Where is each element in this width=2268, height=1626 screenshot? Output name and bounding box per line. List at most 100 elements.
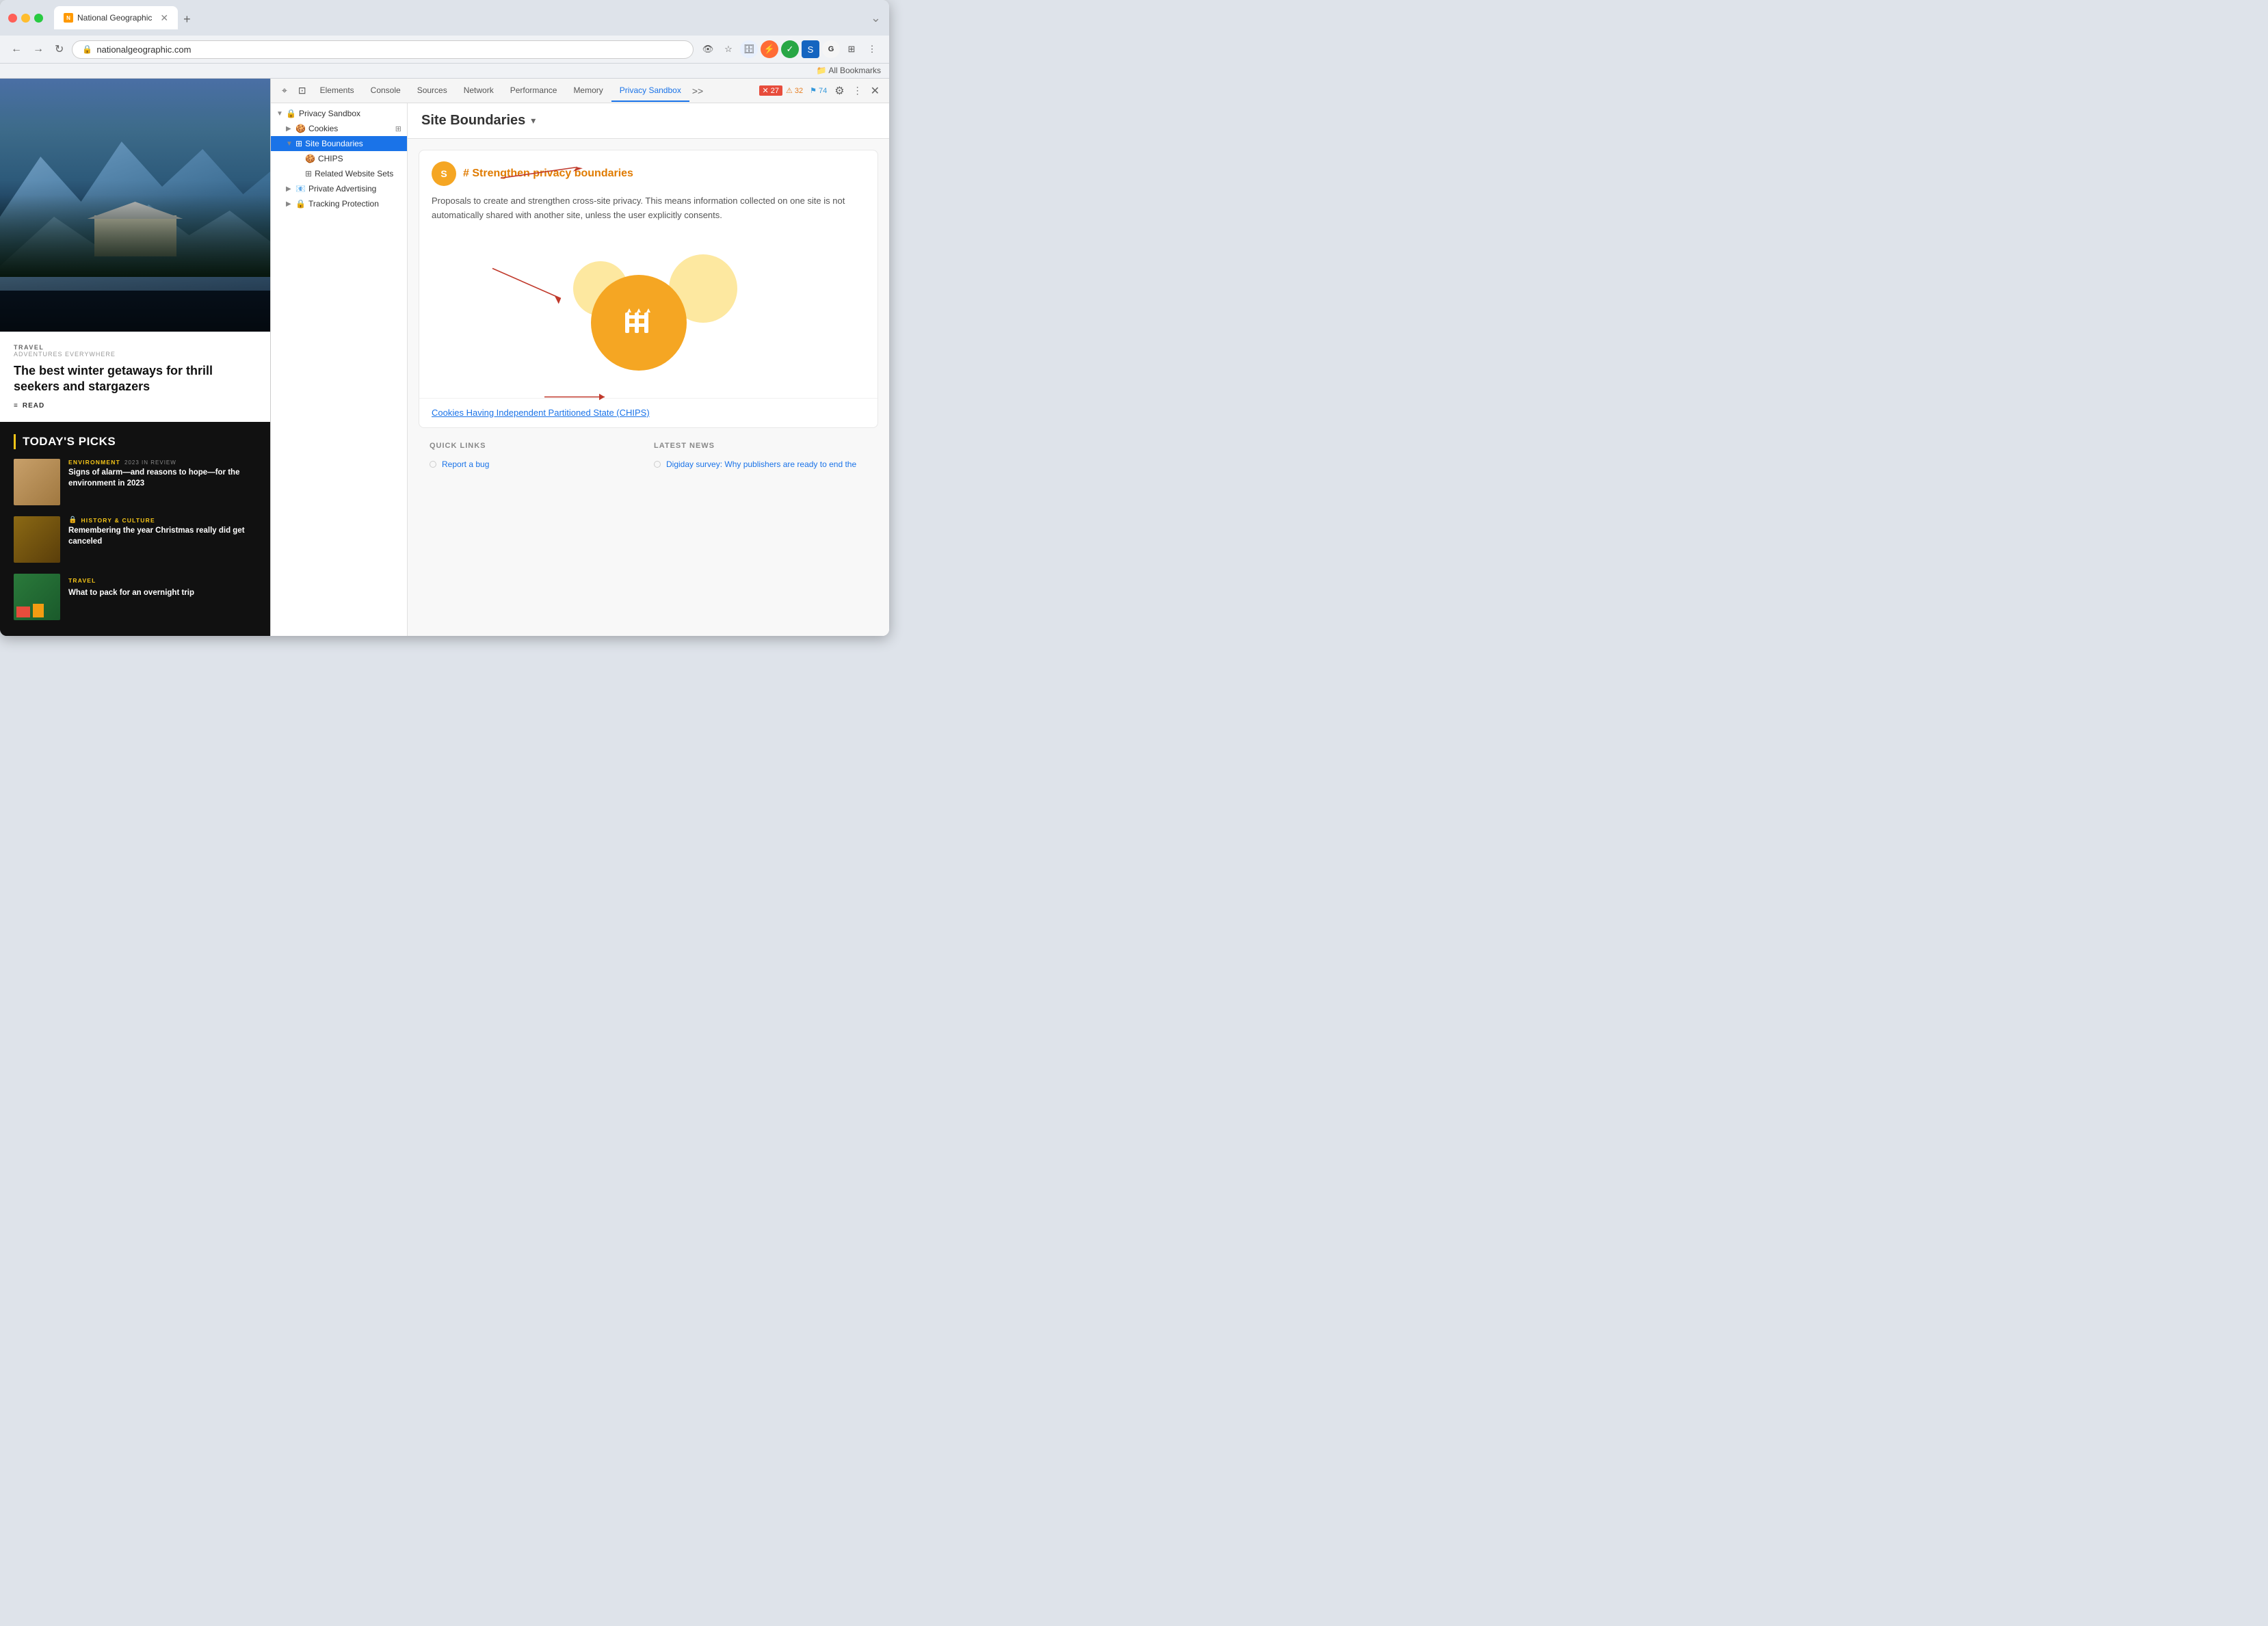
maximize-window-button[interactable]: [34, 14, 43, 23]
tree-item-private-advertising[interactable]: ▶ 📧 Private Advertising: [271, 181, 407, 196]
quick-links-col: QUICK LINKS Report a bug: [430, 442, 643, 472]
error-count-badge[interactable]: ✕ 27: [759, 85, 782, 96]
tracking-icon: 🔒: [295, 199, 306, 209]
cookie-icon: 🍪: [295, 124, 306, 133]
window-controls-icon: ⌄: [871, 11, 881, 25]
tree-label: Private Advertising: [308, 184, 376, 194]
webpage-panel: TRAVEL ADVENTURES EVERYWHERE The best wi…: [0, 79, 270, 636]
tab-memory[interactable]: Memory: [565, 80, 611, 102]
devtools-close-button[interactable]: ✕: [867, 81, 884, 101]
pick-thumbnail-hist: [14, 516, 60, 563]
new-tab-button[interactable]: +: [178, 10, 196, 29]
tree-item-privacy-sandbox[interactable]: ▼ 🔒 Privacy Sandbox: [271, 106, 407, 121]
bookmark-icon[interactable]: ☆: [720, 40, 737, 58]
list-item[interactable]: TRAVEL What to pack for an overnight tri…: [14, 574, 256, 620]
read-label: READ: [23, 402, 44, 410]
arrow-right-icon: ▶: [286, 125, 295, 133]
tree-item-cookies[interactable]: ▶ 🍪 Cookies ⊞: [271, 121, 407, 136]
title-bar: N National Geographic ✕ + ⌄: [0, 0, 889, 36]
address-text: nationalgeographic.com: [96, 44, 191, 55]
more-menu-button[interactable]: ⋮: [863, 40, 881, 58]
sandbox-badge-icon: S: [440, 168, 447, 179]
hero-section: [0, 79, 270, 332]
traffic-lights: [8, 14, 43, 23]
illustration-area: [419, 234, 878, 398]
quick-links-item[interactable]: Report a bug: [430, 457, 643, 472]
advertising-icon: 📧: [295, 184, 306, 194]
minimize-window-button[interactable]: [21, 14, 30, 23]
card-title-text: Strengthen privacy boundaries: [472, 168, 633, 179]
nav-icons: 👁 ☆ 🗄 ⚡ ✓ S G ⊞ ⋮: [699, 40, 881, 58]
pick-content: TRAVEL What to pack for an overnight tri…: [68, 574, 256, 599]
extension-icon3[interactable]: ✓: [781, 40, 799, 58]
info-count-badge[interactable]: ⚑ 74: [806, 85, 830, 96]
content-area: TRAVEL ADVENTURES EVERYWHERE The best wi…: [0, 79, 889, 636]
tree-item-chips[interactable]: ▶ 🍪 CHIPS: [271, 151, 407, 166]
tab-title: National Geographic: [77, 13, 152, 23]
latest-news-item[interactable]: Digiday survey: Why publishers are ready…: [654, 457, 867, 472]
eye-slash-icon[interactable]: 👁: [699, 40, 717, 58]
device-toggle-button[interactable]: ⊡: [293, 81, 312, 101]
site-boundaries-content: S # Strengthen privacy boundaries Propos…: [408, 139, 889, 494]
tree-label: Related Website Sets: [315, 169, 393, 178]
quick-link-text: Report a bug: [442, 459, 489, 469]
extension-icon5[interactable]: G: [822, 40, 840, 58]
warn-count: 32: [795, 87, 803, 95]
hero-title[interactable]: The best winter getaways for thrill seek…: [14, 363, 256, 394]
related-sets-icon: ⊞: [305, 169, 312, 178]
hero-overlay: [0, 79, 270, 332]
chips-link[interactable]: Cookies Having Independent Partitioned S…: [432, 408, 650, 418]
cookies-expand-icon[interactable]: ⊞: [395, 124, 401, 133]
chips-icon: 🍪: [305, 154, 315, 163]
tree-panel: ▼ 🔒 Privacy Sandbox ▶ 🍪 Cookies ⊞ ▼: [271, 103, 408, 636]
warn-count-badge[interactable]: ⚠ 32: [782, 85, 806, 96]
latest-news-col: LATEST NEWS Digiday survey: Why publishe…: [654, 442, 867, 472]
back-button[interactable]: ←: [8, 40, 25, 58]
list-item[interactable]: ANIMALS: [14, 631, 256, 636]
tab-performance[interactable]: Performance: [502, 80, 566, 102]
tab-elements[interactable]: Elements: [312, 80, 362, 102]
tree-item-tracking-protection[interactable]: ▶ 🔒 Tracking Protection: [271, 196, 407, 211]
tree-label: Cookies: [308, 124, 338, 133]
hero-subcategory: ADVENTURES EVERYWHERE: [14, 351, 256, 358]
latest-news-text: Digiday survey: Why publishers are ready…: [666, 459, 856, 469]
picks-title: TODAY'S PICKS: [23, 435, 116, 449]
error-x-icon: ✕: [763, 86, 769, 95]
extension-icon6[interactable]: ⊞: [843, 40, 860, 58]
hero-read-link[interactable]: ≡ READ: [14, 402, 256, 410]
reload-button[interactable]: ↻: [52, 40, 66, 59]
tree-label: Privacy Sandbox: [299, 109, 360, 118]
active-tab[interactable]: N National Geographic ✕: [54, 6, 178, 29]
site-boundaries-icon: ⊞: [295, 139, 302, 148]
lock-icon: 🔒: [82, 44, 92, 54]
list-item[interactable]: 🔒 HISTORY & CULTURE Remembering the year…: [14, 516, 256, 563]
extension-icon2[interactable]: ⚡: [761, 40, 778, 58]
card-title: # Strengthen privacy boundaries: [463, 168, 633, 180]
tab-close-button[interactable]: ✕: [160, 12, 168, 24]
tab-console[interactable]: Console: [362, 80, 409, 102]
tab-favicon: N: [64, 13, 73, 23]
tree-item-site-boundaries[interactable]: ▼ ⊞ Site Boundaries: [271, 136, 407, 151]
extension-icon4[interactable]: S: [802, 40, 819, 58]
more-tabs-button[interactable]: >>: [689, 81, 706, 101]
devtools-more-button[interactable]: ⋮: [849, 82, 867, 99]
tab-privacy-sandbox[interactable]: Privacy Sandbox: [611, 80, 689, 102]
devtools-settings-button[interactable]: ⚙: [830, 81, 848, 101]
tab-network[interactable]: Network: [456, 80, 502, 102]
forward-button[interactable]: →: [30, 40, 47, 58]
list-item[interactable]: ENVIRONMENT 2023 IN REVIEW Signs of alar…: [14, 459, 256, 505]
list-dot-icon: [654, 461, 661, 468]
address-bar[interactable]: 🔒 nationalgeographic.com: [72, 40, 694, 59]
large-circle: [591, 275, 687, 371]
tab-sources[interactable]: Sources: [409, 80, 456, 102]
devtools-body: ▼ 🔒 Privacy Sandbox ▶ 🍪 Cookies ⊞ ▼: [271, 103, 889, 636]
quick-links-title: QUICK LINKS: [430, 442, 643, 450]
close-window-button[interactable]: [8, 14, 17, 23]
cursor-tool-button[interactable]: ⌖: [276, 81, 293, 101]
extension-icon1[interactable]: 🗄: [740, 40, 758, 58]
dropdown-arrow-icon[interactable]: ▾: [531, 115, 536, 126]
arrow-right-icon: ▶: [286, 185, 295, 193]
tree-item-related-website-sets[interactable]: ▶ ⊞ Related Website Sets: [271, 166, 407, 181]
card-description: Proposals to create and strengthen cross…: [419, 194, 878, 234]
pick-content: ENVIRONMENT 2023 IN REVIEW Signs of alar…: [68, 459, 256, 489]
